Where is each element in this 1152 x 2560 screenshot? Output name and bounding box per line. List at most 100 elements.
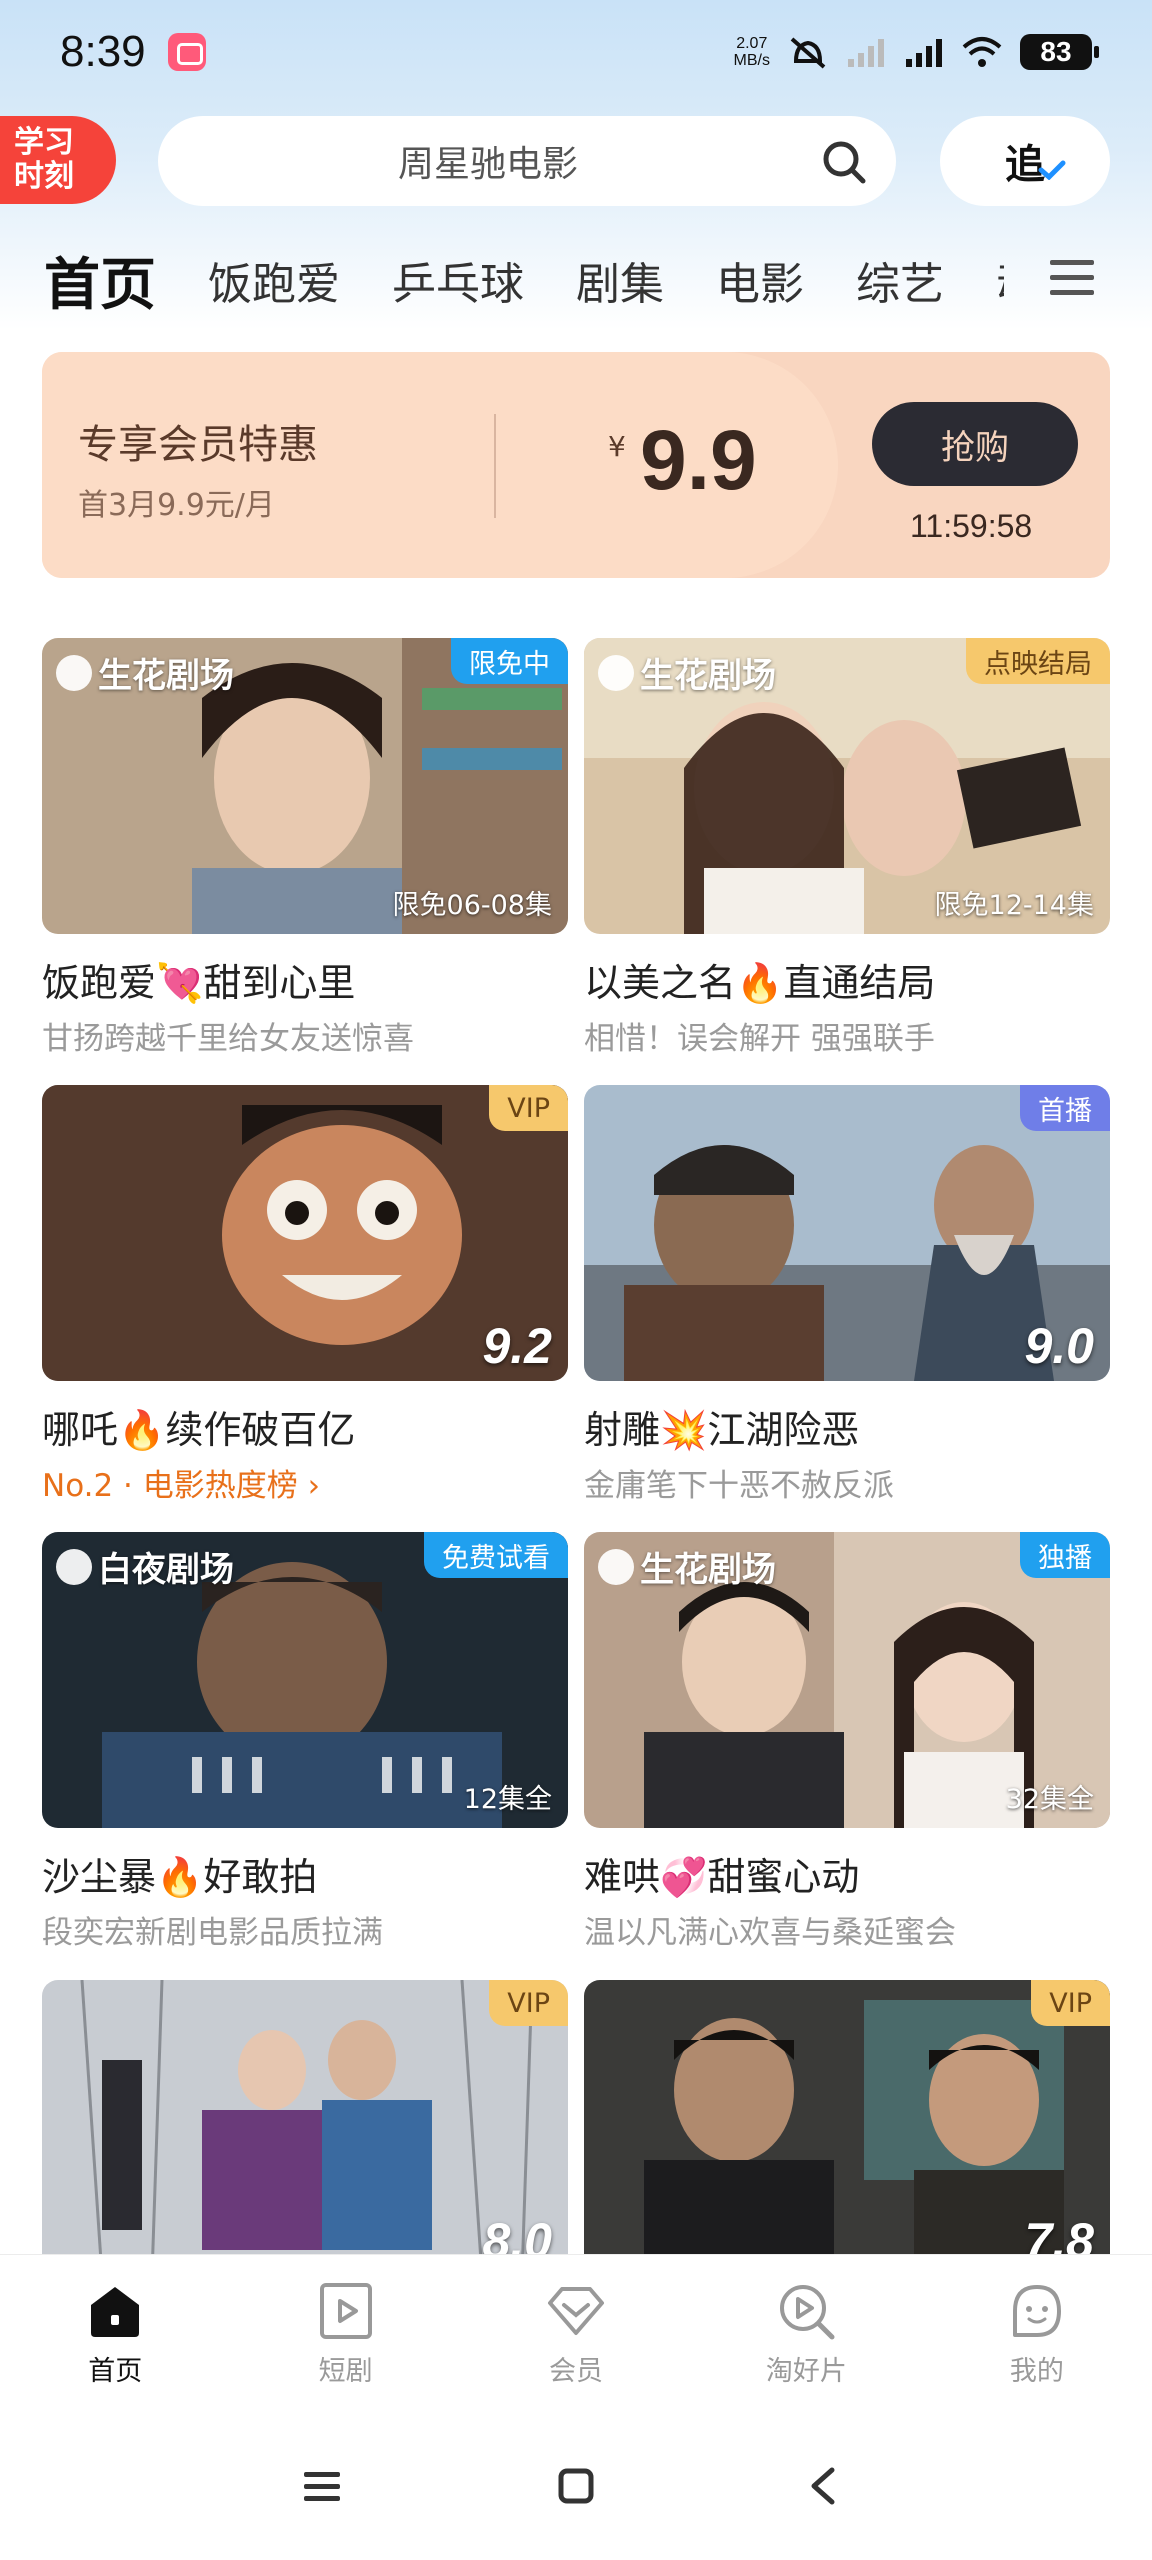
- tab-bar-vip[interactable]: 会员: [461, 2255, 691, 2420]
- tab-bar-label: 首页: [88, 2356, 143, 2387]
- tab-bar-discover[interactable]: 淘好片: [691, 2255, 921, 2420]
- tab-home[interactable]: 首页: [44, 240, 156, 320]
- vip-promo-banner[interactable]: 专享会员特惠 首3月9.9元/月 ¥ 9.9 抢购 11:59:58: [42, 352, 1110, 578]
- status-right: 2.07 MB/s 83: [734, 34, 1099, 70]
- profile-icon: [1012, 2285, 1061, 2337]
- channel-brand: 生花剧场: [598, 1542, 776, 1591]
- content-card[interactable]: 生花剧场 点映结局 限免12-14集 以美之名🔥直通结局 相惜！误会解开 强强联…: [584, 638, 1110, 1058]
- vip-diamond-icon: [548, 2287, 605, 2335]
- card-thumbnail[interactable]: VIP 7.8: [584, 1980, 1110, 2276]
- brand-name: 生花剧场: [98, 656, 234, 696]
- channel-brand: 生花剧场: [598, 648, 776, 697]
- content-card[interactable]: 生花剧场 独播 32集全 难哄💞甜蜜心动 温以凡满心欢喜与桑延蜜会: [584, 1532, 1110, 1952]
- home-button-icon[interactable]: [554, 2464, 598, 2508]
- content-card[interactable]: 生花剧场 限免中 限免06-08集 饭跑爱💘甜到心里 甘扬跨越千里给女友送惊喜: [42, 638, 568, 1058]
- tab-pingpong[interactable]: 乒乓球: [392, 248, 524, 312]
- follow-button[interactable]: 追: [940, 116, 1110, 206]
- short-video-icon: [319, 2283, 372, 2339]
- content-card[interactable]: 白夜剧场 免费试看 12集全 沙尘暴🔥好敢拍 段奕宏新剧电影品质拉满: [42, 1532, 568, 1952]
- card-thumbnail[interactable]: 生花剧场 限免中 限免06-08集: [42, 638, 568, 934]
- card-thumbnail[interactable]: 生花剧场 点映结局 限免12-14集: [584, 638, 1110, 934]
- card-thumbnail[interactable]: 生花剧场 独播 32集全: [584, 1532, 1110, 1828]
- card-thumbnail[interactable]: VIP 8.0: [42, 1980, 568, 2276]
- status-bar: 8:39 2.07 MB/s 83: [0, 0, 1152, 104]
- tab-anime[interactable]: 动: [996, 248, 1004, 312]
- promo-price: 9.9: [640, 413, 757, 507]
- system-nav-bar: [0, 2420, 1152, 2560]
- net-speed-value: 2.07: [736, 35, 768, 52]
- card-title[interactable]: 哪吒🔥续作破百亿: [42, 1399, 568, 1454]
- status-time: 8:39: [60, 27, 146, 76]
- net-speed: 2.07 MB/s: [734, 35, 770, 69]
- promo-currency: ¥: [608, 430, 626, 463]
- search-bar[interactable]: 周星驰电影: [158, 116, 896, 206]
- card-title[interactable]: 难哄💞甜蜜心动: [584, 1846, 1110, 1901]
- status-badge: 首播: [1020, 1085, 1110, 1131]
- status-badge: 限免中: [451, 638, 568, 684]
- study-badge-line2: 时刻: [14, 159, 74, 194]
- tab-variety[interactable]: 综艺: [856, 248, 944, 312]
- content-card[interactable]: 首播 9.0 射雕💥江湖险恶 金庸笔下十恶不赦反派: [584, 1085, 1110, 1505]
- home-icon: [91, 2287, 140, 2337]
- ranking-link[interactable]: No.2 · 电影热度榜 ›: [42, 1460, 568, 1505]
- brand-name: 生花剧场: [640, 1550, 776, 1590]
- check-icon: [1038, 160, 1066, 180]
- brand-name: 白夜剧场: [98, 1550, 234, 1590]
- card-subtitle: 相惜！误会解开 强强联手: [584, 1021, 935, 1057]
- content-card[interactable]: VIP 8.0: [42, 1980, 568, 2276]
- card-title[interactable]: 饭跑爱💘甜到心里: [42, 952, 568, 1007]
- buy-button[interactable]: 抢购: [872, 402, 1078, 486]
- tab-bar-short-drama[interactable]: 短剧: [230, 2255, 460, 2420]
- card-title[interactable]: 以美之名🔥直通结局: [584, 952, 1110, 1007]
- status-badge: VIP: [489, 1085, 568, 1131]
- card-thumbnail[interactable]: 白夜剧场 免费试看 12集全: [42, 1532, 568, 1828]
- status-badge: 点映结局: [966, 638, 1110, 684]
- study-badge-line1: 学习: [14, 125, 74, 160]
- tab-movies[interactable]: 电影: [716, 248, 804, 312]
- card-title[interactable]: 射雕💥江湖险恶: [584, 1399, 1110, 1454]
- channel-brand: 生花剧场: [56, 648, 234, 697]
- search-placeholder: 周星驰电影: [398, 144, 579, 185]
- rating-score: 9.0: [1024, 1318, 1094, 1374]
- discover-icon: [780, 2285, 835, 2340]
- alarm-off-icon: [790, 37, 826, 69]
- signal-weak-icon: [848, 39, 884, 67]
- tab-bar-label: 淘好片: [765, 2356, 847, 2387]
- tab-series[interactable]: 剧集: [576, 248, 664, 312]
- tab-bar-profile[interactable]: 我的: [922, 2255, 1152, 2420]
- episode-info: 限免12-14集: [934, 890, 1094, 921]
- tab-bar-home[interactable]: 首页: [0, 2255, 230, 2420]
- card-subtitle: 甘扬跨越千里给女友送惊喜: [42, 1021, 414, 1057]
- moon-logo-icon: [56, 1548, 92, 1585]
- card-title[interactable]: 沙尘暴🔥好敢拍: [42, 1846, 568, 1901]
- app-notification-icon: [167, 33, 206, 71]
- status-badge: 独播: [1020, 1532, 1110, 1578]
- tab-bar-label: 会员: [549, 2356, 604, 2387]
- status-badge: VIP: [1031, 1980, 1110, 2026]
- card-subtitle: 温以凡满心欢喜与桑延蜜会: [584, 1915, 956, 1951]
- back-icon[interactable]: [802, 2464, 846, 2508]
- card-thumbnail[interactable]: VIP 9.2: [42, 1085, 568, 1381]
- promo-countdown: 11:59:58: [910, 508, 1033, 544]
- promo-divider: [494, 414, 496, 518]
- channel-brand: 白夜剧场: [56, 1542, 234, 1591]
- net-speed-unit: MB/s: [733, 52, 770, 69]
- status-badge: VIP: [489, 1980, 568, 2026]
- category-tabs: 首页 饭跑爱 乒乓球 剧集 电影 综艺 动: [44, 240, 1004, 320]
- promo-subtitle: 首3月9.9元/月: [78, 488, 275, 523]
- card-thumbnail[interactable]: 首播 9.0: [584, 1085, 1110, 1381]
- recent-apps-icon[interactable]: [300, 2464, 344, 2508]
- content-card[interactable]: VIP 9.2 哪吒🔥续作破百亿 No.2 · 电影热度榜 ›: [42, 1085, 568, 1505]
- card-subtitle: 段奕宏新剧电影品质拉满: [42, 1915, 383, 1951]
- tab-fanpaoai[interactable]: 饭跑爱: [208, 248, 340, 312]
- flower-logo-icon: [598, 654, 634, 691]
- search-icon[interactable]: [820, 138, 868, 186]
- episode-info: 32集全: [1005, 1784, 1094, 1815]
- content-card[interactable]: VIP 7.8: [584, 1980, 1110, 2276]
- card-subtitle: 金庸笔下十恶不赦反派: [584, 1468, 894, 1504]
- episode-info: 限免06-08集: [392, 890, 552, 921]
- battery-indicator: 83: [1020, 34, 1099, 70]
- study-time-badge[interactable]: 学习 时刻: [0, 116, 116, 204]
- status-badge: 免费试看: [424, 1532, 568, 1578]
- menu-icon[interactable]: [1048, 256, 1096, 300]
